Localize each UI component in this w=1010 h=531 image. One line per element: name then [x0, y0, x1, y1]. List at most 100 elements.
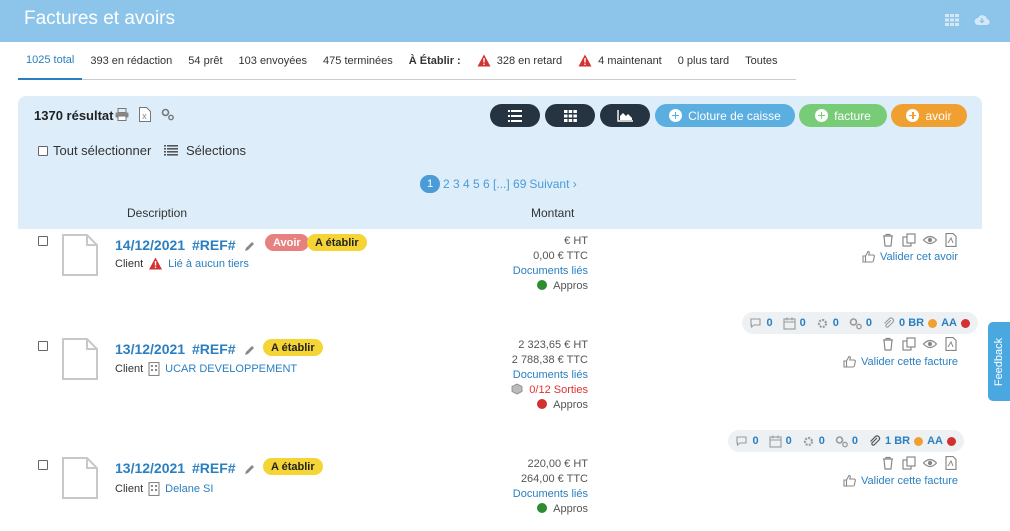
pdf-icon[interactable]	[944, 233, 958, 247]
select-all-checkbox[interactable]: Tout sélectionner	[38, 143, 151, 158]
add-facture-button[interactable]: facture	[799, 104, 887, 127]
amount-ttc: 2 788,38 € TTC	[511, 354, 588, 366]
box-icon	[511, 383, 523, 395]
amount-ht: € HT	[564, 235, 588, 247]
status-dot-orange	[928, 318, 938, 328]
status-badge: A établir	[263, 339, 323, 356]
validate-facture-button[interactable]: Valider cette facture	[843, 355, 958, 368]
tab-toutes[interactable]: Toutes	[737, 42, 785, 80]
tab-total[interactable]: 1025 total	[18, 42, 83, 80]
appros-label: Appros	[553, 280, 588, 292]
pencil-icon[interactable]	[244, 344, 256, 356]
chart-view-button[interactable]	[600, 104, 650, 127]
tab-terminees[interactable]: 475 terminées	[315, 42, 401, 80]
tab-en-retard[interactable]: 328 en retard	[469, 42, 570, 80]
documents-lies-link[interactable]: Documents liés	[513, 264, 588, 279]
invoice-date[interactable]: 14/12/2021	[115, 237, 185, 253]
client-link[interactable]: UCAR DEVELOPPEMENT	[165, 363, 297, 375]
building-icon	[148, 482, 160, 496]
tab-maintenant[interactable]: 4 maintenant	[570, 42, 670, 80]
sorties-label[interactable]: 0/12 Sorties	[529, 384, 588, 396]
thumbs-up-icon	[862, 250, 875, 263]
thumbs-up-icon	[843, 474, 856, 487]
duplicate-icon[interactable]	[902, 456, 916, 470]
grid-icon[interactable]	[944, 12, 960, 28]
grid-view-button[interactable]	[545, 104, 595, 127]
tab-en-retard-label: 328 en retard	[496, 54, 563, 67]
document-icon	[62, 457, 98, 499]
comments-icon[interactable]	[749, 317, 763, 330]
validate-label: Valider cet avoir	[879, 250, 958, 263]
workflow-count: 0	[851, 435, 859, 447]
br-count: 0 BR	[899, 317, 925, 329]
paperclip-icon[interactable]	[882, 316, 895, 330]
invoice-ref[interactable]: #REF#	[192, 460, 236, 476]
next-page-link[interactable]: Suivant ›	[529, 177, 576, 191]
invoice-date[interactable]: 13/12/2021	[115, 341, 185, 357]
row-checkbox[interactable]	[38, 341, 48, 351]
column-header-amount: Montant	[531, 206, 575, 220]
documents-lies-link[interactable]: Documents liés	[511, 368, 588, 383]
plus-circle-icon	[906, 109, 920, 122]
row-meta-bar: 0 0 0 0 0 BR AA	[741, 312, 978, 334]
validate-facture-button[interactable]: Valider cette facture	[843, 474, 958, 487]
eye-icon[interactable]	[923, 456, 937, 470]
eye-icon[interactable]	[923, 337, 937, 351]
pencil-icon[interactable]	[244, 240, 256, 252]
cloture-caisse-button[interactable]: Cloture de caisse	[655, 104, 795, 127]
tab-envoyees[interactable]: 103 envoyées	[231, 42, 316, 80]
gear-icon[interactable]	[816, 317, 829, 330]
gear-icon[interactable]	[802, 435, 815, 448]
row-checkbox[interactable]	[38, 236, 48, 246]
feedback-label: Feedback	[993, 337, 1005, 386]
tab-en-redaction[interactable]: 393 en rédaction	[82, 42, 180, 80]
documents-lies-link[interactable]: Documents liés	[513, 487, 588, 502]
printer-icon[interactable]	[115, 108, 129, 121]
pdf-icon[interactable]	[944, 337, 958, 351]
calendar-icon[interactable]	[783, 317, 796, 330]
pdf-icon[interactable]	[944, 456, 958, 470]
calendar-count: 0	[785, 435, 792, 447]
page-current[interactable]: 1	[420, 175, 440, 193]
amount-ht: 2 323,65 € HT	[518, 339, 588, 351]
eye-icon[interactable]	[923, 233, 937, 247]
comments-icon[interactable]	[735, 435, 749, 448]
list-view-button[interactable]	[490, 104, 540, 127]
invoice-ref[interactable]: #REF#	[192, 341, 236, 357]
amount-ht: 220,00 € HT	[527, 458, 588, 470]
tab-maintenant-label: 4 maintenant	[598, 54, 662, 67]
add-avoir-button[interactable]: avoir	[891, 104, 967, 127]
feedback-tab[interactable]: Feedback	[988, 322, 1010, 401]
validate-avoir-button[interactable]: Valider cet avoir	[862, 250, 958, 263]
duplicate-icon[interactable]	[902, 233, 916, 247]
cogs-icon[interactable]	[835, 435, 848, 448]
avoir-badge: Avoir	[265, 234, 309, 251]
result-count: 1370 résultat	[34, 108, 114, 123]
pencil-icon[interactable]	[244, 463, 256, 475]
duplicate-icon[interactable]	[902, 337, 916, 351]
amount-ttc: 0,00 € TTC	[533, 250, 588, 262]
trash-icon[interactable]	[881, 337, 895, 351]
row-checkbox[interactable]	[38, 460, 48, 470]
pagination: 1 2 3 4 5 6 [...] 69 Suivant ›	[420, 175, 577, 193]
settings-cogs-icon[interactable]	[161, 108, 175, 121]
client-link[interactable]: Delane SI	[165, 483, 213, 495]
trash-icon[interactable]	[881, 456, 895, 470]
paperclip-icon[interactable]	[868, 434, 881, 448]
excel-export-icon[interactable]: X	[139, 107, 151, 122]
invoice-date[interactable]: 13/12/2021	[115, 460, 185, 476]
list-icon	[164, 145, 178, 156]
invoice-ref[interactable]: #REF#	[192, 237, 236, 253]
cloture-caisse-label: Cloture de caisse	[688, 108, 781, 123]
cloud-download-icon[interactable]	[974, 12, 990, 28]
tab-plus-tard[interactable]: 0 plus tard	[670, 42, 737, 80]
client-link[interactable]: Lié à aucun tiers	[168, 258, 249, 270]
trash-icon[interactable]	[881, 233, 895, 247]
calendar-icon[interactable]	[769, 435, 782, 448]
checkbox[interactable]	[38, 145, 48, 156]
page-links[interactable]: 2 3 4 5 6 [...] 69	[443, 177, 526, 191]
status-badge: A établir	[307, 234, 367, 251]
tab-pret[interactable]: 54 prêt	[180, 42, 230, 80]
cogs-icon[interactable]	[849, 317, 862, 330]
selections-button[interactable]: Sélections	[164, 143, 246, 158]
